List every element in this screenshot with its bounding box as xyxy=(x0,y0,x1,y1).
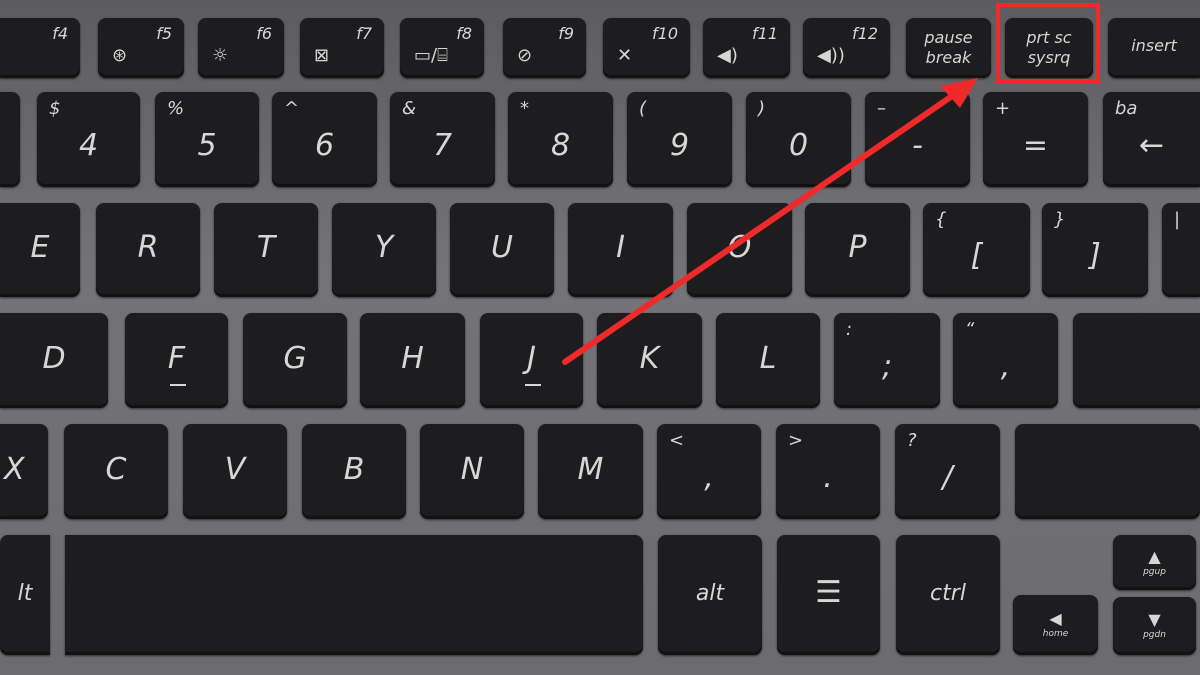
annotation-arrow xyxy=(562,78,978,365)
arrow-shaft xyxy=(562,91,958,365)
